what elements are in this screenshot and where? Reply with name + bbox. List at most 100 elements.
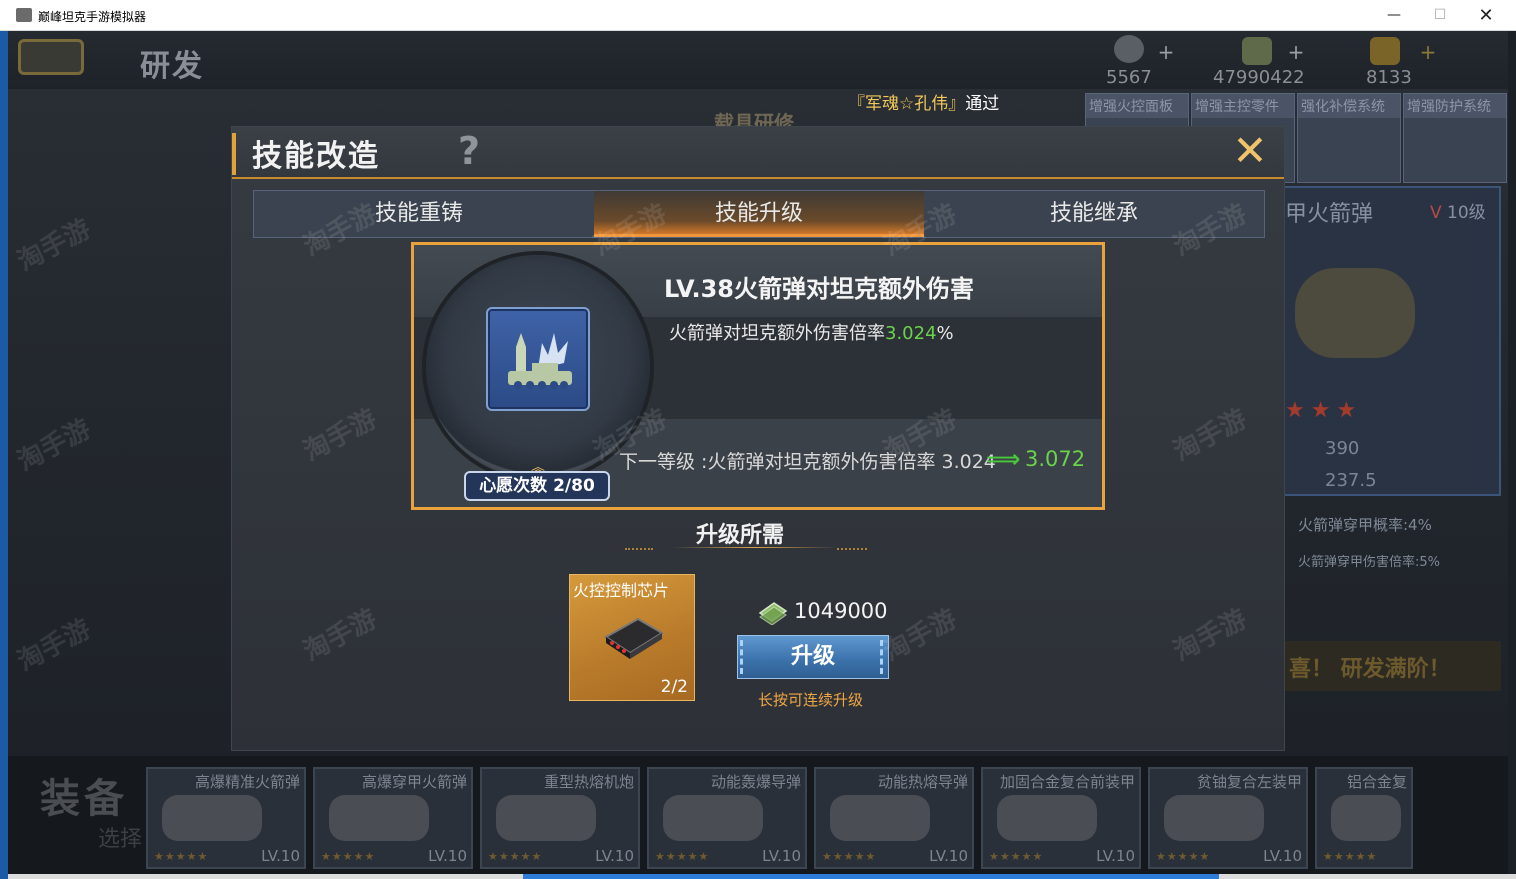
- material-slot[interactable]: 火控控制芯片 2/2: [569, 574, 695, 701]
- upgrade-button[interactable]: 升级: [737, 635, 889, 679]
- rocket-pod-icon: [162, 795, 262, 841]
- equipment-item[interactable]: 贫铀复合左装甲 ★★★★★ LV.10: [1148, 767, 1308, 869]
- equipment-stars: ★★★★★: [1156, 850, 1211, 863]
- item-level: V 10级: [1430, 198, 1486, 223]
- skill-modify-dialog: 技能改造 ? ✕ 技能重铸 技能升级 技能继承 LV.38火箭弹对坦克额外伤害 …: [232, 127, 1284, 750]
- research-tab-3[interactable]: 强化补偿系统: [1297, 93, 1401, 183]
- divider-right: [837, 548, 867, 550]
- equipment-level: LV.10: [1096, 847, 1135, 865]
- notice-player: 『军魂☆孔伟』: [848, 94, 966, 114]
- max-level-text: 喜！ 研发满阶！: [1289, 657, 1451, 682]
- equipment-label: 装备: [40, 776, 128, 822]
- equipment-item[interactable]: 铝合金复 ★★★★★: [1315, 767, 1413, 869]
- equipment-level: LV.10: [1263, 847, 1302, 865]
- dialog-header: 技能改造 ? ✕: [232, 127, 1284, 179]
- equipment-level: LV.10: [595, 847, 634, 865]
- equipment-level: LV.10: [428, 847, 467, 865]
- equipment-stars: ★★★★★: [488, 850, 543, 863]
- add-gold-button[interactable]: +: [1418, 42, 1438, 63]
- next-level-value: 3.072: [1025, 447, 1086, 471]
- research-tab-label: 增强主控零件: [1192, 94, 1294, 118]
- tab-skill-inherit[interactable]: 技能继承: [924, 191, 1264, 237]
- item-detail-panel: 甲火箭弹 V 10级 ★★★ 390 237.5: [1283, 186, 1501, 496]
- material-count: 2/2: [660, 677, 688, 697]
- item-stat-1: 火箭弹穿甲概率:4%: [1298, 516, 1432, 534]
- max-level-banner: 喜！ 研发满阶！: [1283, 641, 1501, 691]
- dialog-title: 技能改造: [252, 139, 380, 174]
- money-icon: [758, 602, 788, 625]
- window-titlebar: 巅峰坦克手游模拟器 — ☐ ✕: [0, 0, 1516, 31]
- rocket-tank-skill-icon: [486, 307, 590, 411]
- requirements-title: 升级所需: [696, 523, 785, 548]
- tab-skill-recast[interactable]: 技能重铸: [254, 191, 584, 237]
- gold-count: 8133: [1366, 67, 1412, 88]
- app-icon: [16, 8, 32, 22]
- research-tab-label: 增强火控面板: [1086, 94, 1188, 118]
- item-stat-2: 火箭弹穿甲伤害倍率:5%: [1298, 555, 1441, 570]
- skill-desc-unit: %: [936, 323, 954, 344]
- equipment-select-label: 选择: [98, 827, 143, 852]
- skill-desc-text: 火箭弹对坦克额外伤害倍率: [669, 323, 885, 344]
- equipment-name: 动能热熔导弹: [877, 773, 968, 791]
- add-medal-button[interactable]: +: [1156, 42, 1176, 63]
- missile-icon: [663, 795, 763, 841]
- add-money-button[interactable]: +: [1286, 42, 1306, 63]
- arrow-right-icon: ⟹: [986, 445, 1021, 473]
- tab-skill-upgrade[interactable]: 技能升级: [594, 191, 924, 237]
- top-bar: 研发 + 5567 + 47990422 + 8133: [8, 31, 1508, 89]
- help-icon[interactable]: ?: [452, 131, 486, 171]
- equipment-item[interactable]: 高爆精准火箭弹 ★★★★★ LV.10: [146, 767, 306, 869]
- research-tab-label: 增强防护系统: [1404, 94, 1506, 118]
- equipment-level: LV.10: [762, 847, 801, 865]
- equipment-stars: ★★★★★: [1323, 850, 1378, 863]
- equipment-item[interactable]: 动能热熔导弹 ★★★★★ LV.10: [814, 767, 974, 869]
- equipment-stars: ★★★★★: [989, 850, 1044, 863]
- skill-desc-value: 3.024: [885, 323, 937, 344]
- equipment-name: 贫铀复合左装甲: [1196, 773, 1302, 791]
- back-button[interactable]: [18, 39, 84, 75]
- research-tab-4[interactable]: 增强防护系统: [1403, 93, 1507, 183]
- equipment-stars: ★★★★★: [822, 850, 877, 863]
- hold-to-upgrade-hint: 长按可连续升级: [758, 691, 864, 709]
- window-close-button[interactable]: ✕: [1463, 0, 1509, 31]
- skill-description: 火箭弹对坦克额外伤害倍率3.024%: [669, 319, 954, 345]
- equipment-stars: ★★★★★: [154, 850, 209, 863]
- item-stars: ★★★: [1285, 398, 1363, 423]
- item-level-value: 10级: [1447, 203, 1486, 223]
- equipment-item[interactable]: 重型热熔机炮 ★★★★★ LV.10: [480, 767, 640, 869]
- gold-icon: [1370, 37, 1400, 65]
- window-left-edge: [0, 31, 8, 879]
- equipment-name: 高爆穿甲火箭弹: [361, 773, 467, 791]
- window-title: 巅峰坦克手游模拟器: [38, 10, 147, 24]
- header-accent: [232, 133, 236, 175]
- equipment-name: 动能轰爆导弹: [710, 773, 801, 791]
- equipment-stars: ★★★★★: [655, 850, 710, 863]
- taskbar-highlight: [523, 874, 1219, 879]
- medal-count: 5567: [1106, 67, 1152, 88]
- wish-count-badge: 心愿次数 2/80: [464, 471, 610, 501]
- minimize-button[interactable]: —: [1371, 0, 1417, 31]
- rocket-pod-icon: [329, 795, 429, 841]
- requirements-underline: [672, 547, 837, 548]
- equipment-name: 高爆精准火箭弹: [194, 773, 300, 791]
- research-tab-label: 强化补偿系统: [1298, 94, 1400, 118]
- equipment-name: 铝合金复: [1346, 773, 1407, 791]
- skill-tabs: 技能重铸 技能升级 技能继承: [253, 190, 1265, 238]
- maximize-button[interactable]: ☐: [1417, 0, 1463, 31]
- equipment-item[interactable]: 动能轰爆导弹 ★★★★★ LV.10: [647, 767, 807, 869]
- equipment-item[interactable]: 高爆穿甲火箭弹 ★★★★★ LV.10: [313, 767, 473, 869]
- rocket-pod-image: [1295, 268, 1415, 358]
- close-icon[interactable]: ✕: [1230, 129, 1270, 173]
- item-level-prefix: V: [1430, 203, 1442, 223]
- armor-icon: [997, 795, 1097, 841]
- chip-icon: [604, 617, 664, 659]
- missile-icon: [830, 795, 930, 841]
- divider-left: [625, 548, 653, 550]
- next-level-text: 下一等级 :火箭弹对坦克额外伤害倍率 3.024: [619, 451, 996, 473]
- item-value-2: 237.5: [1325, 470, 1377, 491]
- item-title: 甲火箭弹: [1285, 202, 1374, 227]
- skill-name: LV.38火箭弹对坦克额外伤害: [664, 275, 974, 303]
- equipment-item[interactable]: 加固合金复合前装甲 ★★★★★ LV.10: [981, 767, 1141, 869]
- notice-text: 通过: [965, 94, 1000, 114]
- equipment-name: 重型热熔机炮: [543, 773, 634, 791]
